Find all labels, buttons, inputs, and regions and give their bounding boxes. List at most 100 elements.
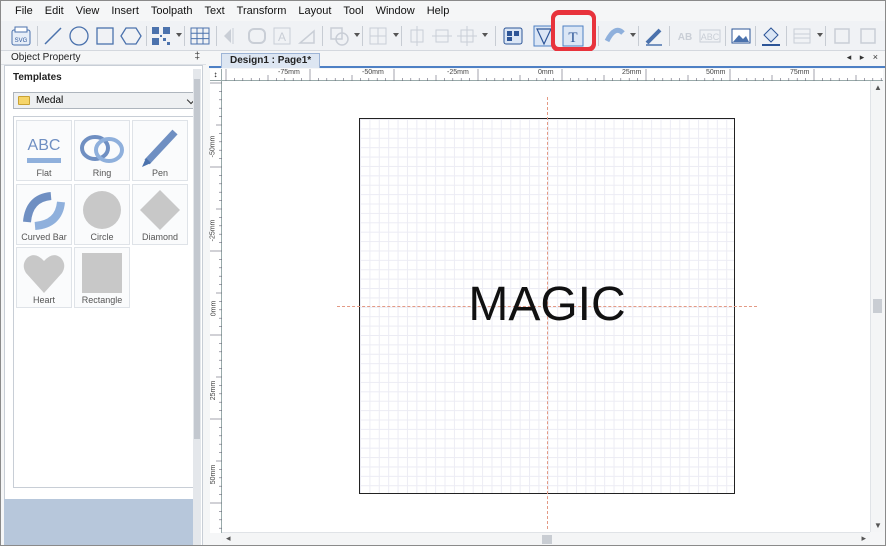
text-frame-icon: A (273, 27, 291, 45)
menu-file[interactable]: File (9, 1, 39, 21)
ellipse-tool-button[interactable] (67, 24, 91, 48)
align-center-button[interactable] (405, 24, 429, 48)
array-icon (369, 27, 387, 45)
scroll-left-icon[interactable]: ◂ (226, 533, 231, 544)
ruler-label: 75mm (790, 69, 810, 76)
fill-button[interactable] (759, 24, 783, 48)
menu-insert[interactable]: Insert (105, 1, 145, 21)
menu-text[interactable]: Text (198, 1, 230, 21)
ruler-label: -50mm (362, 69, 384, 76)
align-both-button[interactable] (455, 24, 479, 48)
ruler-corner[interactable]: ↕ (210, 69, 222, 81)
scroll-down-icon[interactable]: ▼ (874, 521, 882, 530)
panel-scrollbar-thumb[interactable] (194, 79, 200, 439)
menu-window[interactable]: Window (370, 1, 421, 21)
text-outline-button[interactable]: ABC (698, 24, 722, 48)
curved-bar-abc-icon (23, 192, 65, 230)
layers-icon (793, 28, 811, 44)
frame-alt-button[interactable] (856, 24, 880, 48)
menu-view[interactable]: View (70, 1, 106, 21)
menu-layout[interactable]: Layout (292, 1, 337, 21)
image-icon (731, 28, 751, 44)
menu-help[interactable]: Help (421, 1, 456, 21)
template-category-select[interactable]: Medal (13, 92, 199, 109)
import-svg-button[interactable]: SVG (9, 24, 33, 48)
array-button[interactable] (366, 24, 390, 48)
layer-dropdown-caret[interactable] (817, 33, 823, 37)
templates-title: Templates (13, 72, 62, 83)
template-rectangle[interactable]: Rectangle (74, 247, 130, 308)
rectangle-tool-button[interactable] (93, 24, 117, 48)
qr-code-icon (152, 27, 170, 45)
document-tab-strip: Design1 : Page1* ◂ ▸ × (209, 51, 885, 68)
ruler-label: -75mm (278, 69, 300, 76)
polygon-tool-button[interactable] (119, 24, 143, 48)
qr-dropdown-caret[interactable] (176, 33, 182, 37)
scroll-up-icon[interactable]: ▲ (874, 83, 882, 92)
edit-text-button[interactable] (642, 24, 666, 48)
panel-scrollbar[interactable] (193, 69, 201, 545)
align-center-icon (410, 26, 424, 46)
template-circle[interactable]: Circle (74, 184, 130, 245)
round-corner-button[interactable] (245, 24, 269, 48)
scroll-right-icon[interactable]: ▸ (861, 533, 866, 544)
pencil-icon (645, 28, 662, 46)
arc-text-icon (604, 27, 625, 43)
menu-edit[interactable]: Edit (39, 1, 70, 21)
template-heart[interactable]: Heart (16, 247, 72, 308)
frame-alt-icon (860, 28, 876, 44)
tab-design1-page1[interactable]: Design1 : Page1* (221, 53, 321, 68)
template-curved-bar[interactable]: Curved Bar (16, 184, 72, 245)
template-category-value: Medal (36, 95, 64, 106)
line-tool-button[interactable] (41, 24, 65, 48)
vertical-scrollbar[interactable]: ▲ ▼ (870, 81, 883, 532)
template-ring[interactable]: Ring (74, 120, 130, 181)
frame-button[interactable] (830, 24, 854, 48)
panel-title: Object Property (11, 52, 81, 63)
vertical-scrollbar-thumb[interactable] (873, 299, 882, 313)
template-gallery: ABC Flat Ring Pen Curved Bar Circle Diam… (13, 116, 195, 488)
text-tool-highlight-box (551, 11, 596, 52)
horizontal-scrollbar[interactable]: ◂ ▸ (222, 532, 870, 545)
shape-combine-button[interactable] (327, 24, 351, 48)
panel-header: Object Property (1, 51, 206, 65)
group-button[interactable] (501, 24, 525, 48)
insert-image-button[interactable] (729, 24, 753, 48)
template-flat[interactable]: ABC Flat (16, 120, 72, 181)
align-middle-button[interactable] (430, 24, 454, 48)
template-pen[interactable]: Pen (132, 120, 188, 181)
mirror-icon (224, 28, 234, 44)
text-frame-button[interactable]: A (270, 24, 294, 48)
layer-button[interactable] (790, 24, 814, 48)
template-label: Curved Bar (21, 232, 67, 242)
menu-tool[interactable]: Tool (337, 1, 369, 21)
shear-icon (297, 29, 315, 44)
template-label: Ring (92, 168, 112, 178)
horizontal-scrollbar-thumb[interactable] (542, 535, 552, 544)
qr-code-button[interactable] (149, 24, 173, 48)
align-dropdown-caret[interactable] (482, 33, 488, 37)
ring-abc-icon (80, 135, 124, 163)
menu-toolpath[interactable]: Toolpath (145, 1, 199, 21)
design-canvas[interactable]: MAGIC (222, 81, 870, 532)
polygon-icon (120, 27, 142, 45)
svg-text:AB: AB (678, 32, 692, 43)
menu-transform[interactable]: Transform (231, 1, 293, 21)
shear-button[interactable] (295, 24, 319, 48)
pin-icon[interactable]: ‡ (194, 51, 200, 62)
tab-nav-controls[interactable]: ◂ ▸ × (847, 52, 881, 63)
array-dropdown-caret[interactable] (393, 33, 399, 37)
arc-text-dropdown-caret[interactable] (630, 33, 636, 37)
template-diamond[interactable]: Diamond (132, 184, 188, 245)
folder-icon (18, 96, 30, 105)
text-to-path-button[interactable]: AB (673, 24, 697, 48)
arc-text-button[interactable] (603, 24, 627, 48)
mirror-button[interactable] (220, 24, 244, 48)
combine-dropdown-caret[interactable] (354, 33, 360, 37)
table-tool-button[interactable] (188, 24, 212, 48)
grid-table-icon (190, 27, 210, 45)
object-property-panel: Object Property ‡ Templates Medal ABC Fl… (1, 51, 206, 545)
canvas-text-object[interactable]: MAGIC (359, 277, 735, 333)
ruler-label: 50mm (210, 464, 218, 485)
svg-file-icon: SVG (11, 26, 31, 46)
